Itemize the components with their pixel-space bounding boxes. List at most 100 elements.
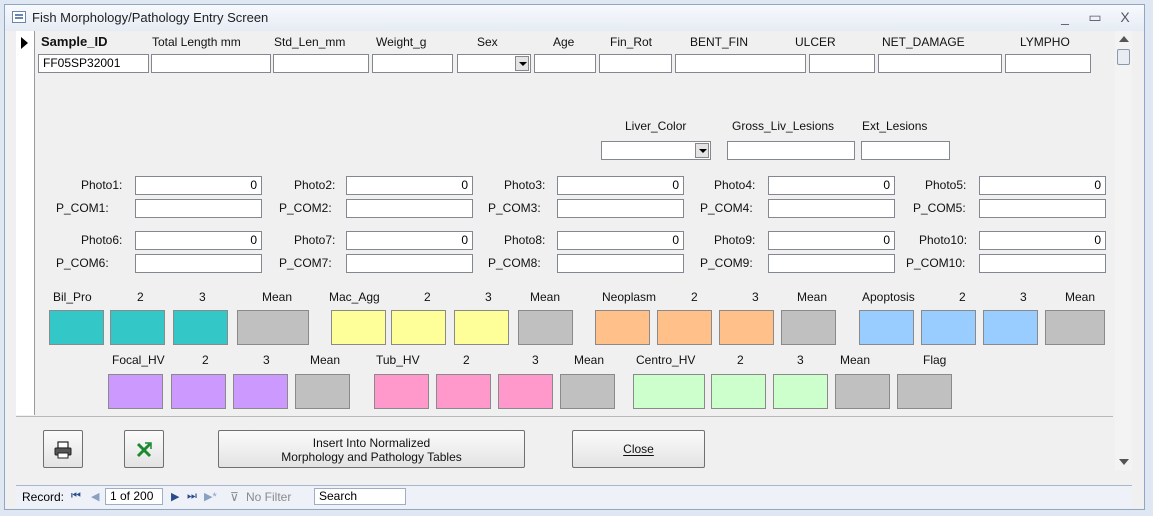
photo4-field[interactable]: 0 xyxy=(768,176,895,195)
neoplasm-score-2[interactable] xyxy=(657,310,712,345)
mac-agg-score-1[interactable] xyxy=(331,310,386,345)
close-window-button[interactable]: X xyxy=(1114,8,1136,26)
ulcer-field[interactable] xyxy=(809,54,875,73)
std-len-field[interactable] xyxy=(273,54,369,73)
form-footer: Insert Into Normalized Morphology and Pa… xyxy=(16,416,1113,473)
scroll-thumb[interactable] xyxy=(1117,49,1130,65)
export-excel-button[interactable] xyxy=(124,430,164,468)
label-photo7: Photo7: xyxy=(294,233,336,247)
p-com8-field[interactable] xyxy=(557,254,684,273)
maximize-button[interactable]: ▭ xyxy=(1084,8,1106,26)
focal-hv-score-1[interactable] xyxy=(108,374,163,409)
insert-button-line2: Morphology and Pathology Tables xyxy=(281,450,462,464)
apoptosis-score-3[interactable] xyxy=(983,310,1038,345)
tub-hv-score-2[interactable] xyxy=(436,374,491,409)
centro-hv-score-3[interactable] xyxy=(773,374,828,409)
next-record-icon[interactable]: ▶ xyxy=(171,490,179,503)
new-record-icon[interactable]: ▶* xyxy=(204,490,217,503)
bil-pro-score-3[interactable] xyxy=(173,310,228,345)
centro-hv-score-1[interactable] xyxy=(633,374,705,409)
photo1-field[interactable]: 0 xyxy=(135,176,262,195)
label-photo5: Photo5: xyxy=(925,178,967,192)
label-photo6: Photo6: xyxy=(81,233,123,247)
filter-icon: ⊽ xyxy=(230,490,239,504)
label-photo1: Photo1: xyxy=(81,178,123,192)
p-com7-field[interactable] xyxy=(346,254,473,273)
record-position-field[interactable]: 1 of 200 xyxy=(105,488,163,505)
label-neoplasm-3: 3 xyxy=(752,290,759,304)
last-record-icon[interactable]: ⏭ xyxy=(187,490,197,503)
apoptosis-score-1[interactable] xyxy=(859,310,914,345)
focal-hv-score-3[interactable] xyxy=(233,374,288,409)
tub-hv-score-1[interactable] xyxy=(374,374,429,409)
tub-hv-score-3[interactable] xyxy=(498,374,553,409)
sample-id-field[interactable]: FF05SP32001 xyxy=(38,54,149,73)
p-com9-field[interactable] xyxy=(768,254,895,273)
vertical-scrollbar[interactable] xyxy=(1115,31,1132,471)
mac-agg-score-3[interactable] xyxy=(454,310,509,345)
label-tub-hv: Tub_HV xyxy=(376,353,420,367)
neoplasm-score-1[interactable] xyxy=(595,310,650,345)
p-com1-field[interactable] xyxy=(135,199,262,218)
p-com6-field[interactable] xyxy=(135,254,262,273)
mac-agg-mean xyxy=(518,310,573,345)
chevron-down-icon[interactable] xyxy=(695,143,709,158)
previous-record-icon[interactable]: ◀ xyxy=(91,490,99,503)
bil-pro-score-1[interactable] xyxy=(49,310,104,345)
age-field[interactable] xyxy=(534,54,596,73)
net-damage-field[interactable] xyxy=(878,54,1002,73)
minimize-button[interactable]: _ xyxy=(1054,8,1076,26)
photo9-field[interactable]: 0 xyxy=(768,231,895,250)
liver-color-combo[interactable] xyxy=(601,141,711,160)
p-com2-field[interactable] xyxy=(346,199,473,218)
label-ulcer: ULCER xyxy=(795,35,836,49)
fin-rot-field[interactable] xyxy=(599,54,672,73)
photo8-field[interactable]: 0 xyxy=(557,231,684,250)
label-ext-lesions: Ext_Lesions xyxy=(862,119,928,133)
p-com4-field[interactable] xyxy=(768,199,895,218)
label-mac-agg-3: 3 xyxy=(485,290,492,304)
close-form-button[interactable]: Close xyxy=(572,430,705,468)
bent-fin-field[interactable] xyxy=(675,54,806,73)
p-com5-field[interactable] xyxy=(979,199,1106,218)
p-com3-field[interactable] xyxy=(557,199,684,218)
total-length-field[interactable] xyxy=(151,54,271,73)
photo7-field[interactable]: 0 xyxy=(346,231,473,250)
ext-lesions-field[interactable] xyxy=(861,141,950,160)
label-tub-hv-2: 2 xyxy=(463,353,470,367)
mac-agg-score-2[interactable] xyxy=(391,310,446,345)
centro-hv-score-2[interactable] xyxy=(711,374,766,409)
gross-liv-lesions-field[interactable] xyxy=(727,141,855,160)
print-button[interactable] xyxy=(43,430,83,468)
scroll-down-icon[interactable] xyxy=(1119,459,1129,465)
bil-pro-score-2[interactable] xyxy=(110,310,165,345)
label-total-length: Total Length mm xyxy=(152,35,241,49)
photo2-field[interactable]: 0 xyxy=(346,176,473,195)
record-selector[interactable] xyxy=(16,31,35,415)
title-bar: Fish Morphology/Pathology Entry Screen _… xyxy=(5,5,1144,31)
label-photo2: Photo2: xyxy=(294,178,336,192)
lympho-field[interactable] xyxy=(1005,54,1091,73)
photo3-field[interactable]: 0 xyxy=(557,176,684,195)
p-com10-field[interactable] xyxy=(979,254,1106,273)
photo10-field[interactable]: 0 xyxy=(979,231,1106,250)
sex-combo[interactable] xyxy=(457,54,531,73)
photo6-field[interactable]: 0 xyxy=(135,231,262,250)
apoptosis-score-2[interactable] xyxy=(921,310,976,345)
flag-field[interactable] xyxy=(897,374,952,409)
neoplasm-mean xyxy=(781,310,836,345)
focal-hv-score-2[interactable] xyxy=(171,374,226,409)
scroll-up-icon[interactable] xyxy=(1119,36,1129,42)
insert-normalized-button[interactable]: Insert Into Normalized Morphology and Pa… xyxy=(218,430,525,468)
label-tub-hv-mean: Mean xyxy=(574,353,605,367)
search-field[interactable]: Search xyxy=(314,488,406,505)
label-apoptosis: Apoptosis xyxy=(862,290,915,304)
photo5-field[interactable]: 0 xyxy=(979,176,1106,195)
weight-field[interactable] xyxy=(372,54,453,73)
label-bil-pro: Bil_Pro xyxy=(53,290,92,304)
label-age: Age xyxy=(553,35,575,49)
no-filter-label[interactable]: No Filter xyxy=(246,490,291,504)
chevron-down-icon[interactable] xyxy=(515,56,529,71)
neoplasm-score-3[interactable] xyxy=(719,310,774,345)
first-record-icon[interactable]: ⏮ xyxy=(71,490,81,503)
